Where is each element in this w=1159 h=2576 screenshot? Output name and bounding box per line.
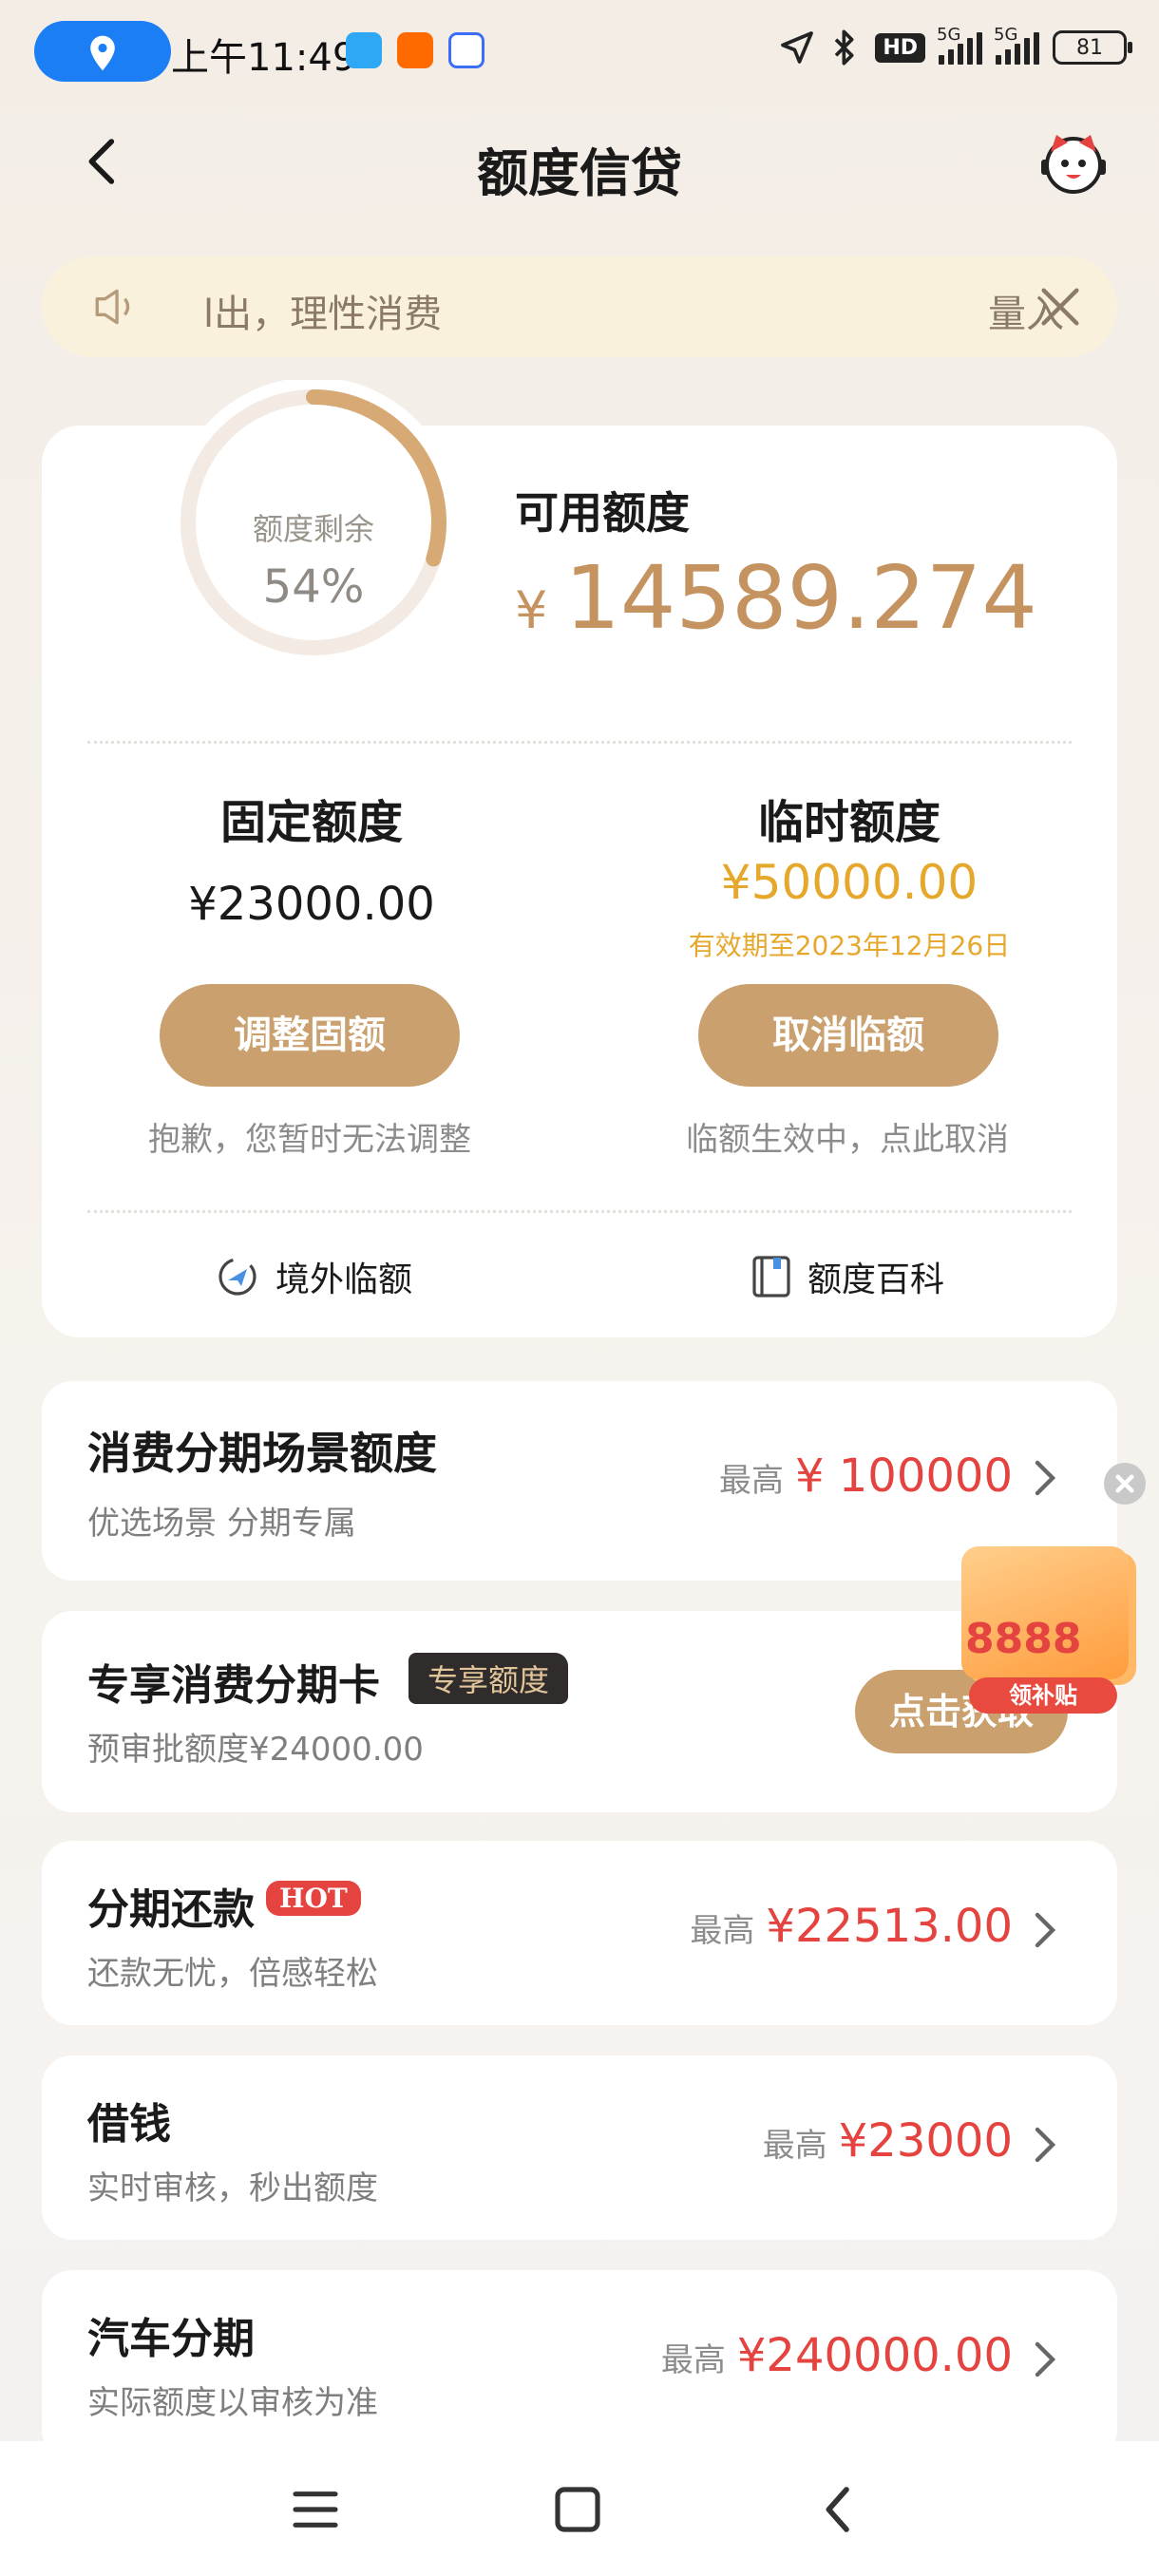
car-loan-max: 最高 ¥240000.00 xyxy=(660,2329,1013,2382)
temporary-credit-title: 临时额度 xyxy=(757,796,940,849)
car-loan-subtitle: 实际额度以审核为准 xyxy=(87,2384,378,2422)
cancel-temporary-credit-button[interactable]: 取消临额 xyxy=(698,984,998,1087)
status-time: 上午11:49 xyxy=(171,36,357,80)
hd-voice-badge: HD xyxy=(875,32,925,63)
book-icon xyxy=(752,1256,790,1297)
currency-symbol: ¥ xyxy=(515,580,548,640)
divider xyxy=(87,1210,1072,1213)
notice-text: l出，理性消费 xyxy=(203,293,443,336)
borrow-money-card[interactable]: 借钱 实时审核，秒出额度 最高 ¥23000 xyxy=(42,2055,1117,2240)
menu-icon[interactable] xyxy=(289,2483,342,2536)
temporary-credit-note[interactable]: 临额生效中，点此取消 xyxy=(629,1113,1066,1160)
status-bar: 上午11:49 HD 5G 5G 81 xyxy=(0,0,1159,104)
fixed-credit-note: 抱歉，您暂时无法调整 xyxy=(148,1121,471,1159)
available-amount-value: 14589.274 xyxy=(564,547,1037,649)
app-notification-icon xyxy=(346,32,382,68)
bluetooth-icon xyxy=(835,29,854,66)
promo-number: 8888 xyxy=(965,1615,1082,1663)
fixed-credit-title: 固定额度 xyxy=(219,796,403,849)
signal-strength-2: 5G xyxy=(994,25,1039,65)
borrow-amount: ¥23000 xyxy=(838,2114,1013,2168)
location-indicator xyxy=(34,21,171,82)
installment-repayment-max: 最高 ¥22513.00 xyxy=(690,1900,1013,1953)
ring-label: 额度剩余 xyxy=(252,511,374,547)
mascot-service-icon[interactable] xyxy=(1037,127,1110,199)
subsidy-promo-widget[interactable]: 8888 领补贴 xyxy=(946,1463,1159,1729)
navigation-arrow-icon xyxy=(781,31,814,64)
available-credit-label: 可用额度 xyxy=(515,487,690,539)
installment-repayment-subtitle: 还款无忧，倍感轻松 xyxy=(87,1955,378,1993)
overseas-temp-credit-link[interactable]: 境外临额 xyxy=(215,1250,412,1303)
system-navigation-bar xyxy=(0,2441,1159,2576)
mi-notification-icon xyxy=(397,32,433,68)
overseas-link-label: 境外临额 xyxy=(276,1260,413,1299)
borrow-max: 最高 ¥23000 xyxy=(762,2114,1013,2168)
baidu-notification-icon xyxy=(448,32,484,68)
promo-close-button[interactable] xyxy=(1104,1463,1146,1505)
chevron-right-icon xyxy=(1035,2341,1056,2377)
exclusive-card-title: 专享消费分期卡 xyxy=(87,1661,380,1710)
temporary-credit-amount: ¥50000.00 xyxy=(720,855,978,910)
close-icon[interactable] xyxy=(1036,282,1085,331)
back-triangle-icon[interactable] xyxy=(813,2483,866,2536)
installment-repayment-amount: ¥22513.00 xyxy=(766,1900,1013,1953)
speaker-icon xyxy=(95,289,130,325)
divider xyxy=(87,741,1072,744)
borrow-title: 借钱 xyxy=(87,2100,171,2149)
signal-strength-1: 5G xyxy=(937,25,982,65)
battery-icon: 81 xyxy=(1053,30,1132,65)
installment-scene-title: 消费分期场景额度 xyxy=(87,1428,437,1479)
installment-repayment-card[interactable]: 分期还款 HOT 还款无忧，倍感轻松 最高 ¥22513.00 xyxy=(42,1841,1117,2025)
exclusive-card-subtitle: 预审批额度¥24000.00 xyxy=(87,1731,424,1769)
header: 额度信贷 xyxy=(0,114,1159,209)
promo-ribbon[interactable]: 领补贴 xyxy=(969,1677,1117,1714)
temporary-credit-validity: 有效期至2023年12月26日 xyxy=(688,930,1011,961)
available-credit-amount: ¥14589.274 xyxy=(515,547,1037,649)
installment-repayment-title: 分期还款 xyxy=(87,1885,255,1934)
car-loan-title: 汽车分期 xyxy=(87,2315,255,2363)
chevron-right-icon xyxy=(1035,1912,1056,1948)
plane-globe-icon xyxy=(218,1258,256,1296)
home-square-icon[interactable] xyxy=(551,2483,604,2536)
page-title: 额度信贷 xyxy=(477,143,682,203)
borrow-subtitle: 实时审核，秒出额度 xyxy=(87,2169,378,2207)
car-installment-card[interactable]: 汽车分期 实际额度以审核为准 最高 ¥240000.00 xyxy=(42,2270,1117,2460)
chevron-right-icon xyxy=(1035,2127,1056,2163)
ring-percent: 54% xyxy=(262,560,365,614)
fixed-credit-amount: ¥23000.00 xyxy=(188,878,435,931)
hot-badge: HOT xyxy=(266,1881,361,1916)
encyclopedia-link-label: 额度百科 xyxy=(808,1260,945,1299)
credit-encyclopedia-link[interactable]: 额度百科 xyxy=(750,1250,944,1303)
location-pin-icon xyxy=(90,35,115,71)
installment-scene-subtitle: 优选场景 分期专属 xyxy=(87,1505,356,1543)
adjust-fixed-credit-button[interactable]: 调整固额 xyxy=(160,984,460,1087)
notice-banner[interactable]: l出，理性消费 量入 xyxy=(42,256,1117,357)
close-icon xyxy=(1115,1474,1134,1493)
car-loan-amount: ¥240000.00 xyxy=(736,2329,1013,2382)
exclusive-credit-tag: 专享额度 xyxy=(408,1653,569,1704)
